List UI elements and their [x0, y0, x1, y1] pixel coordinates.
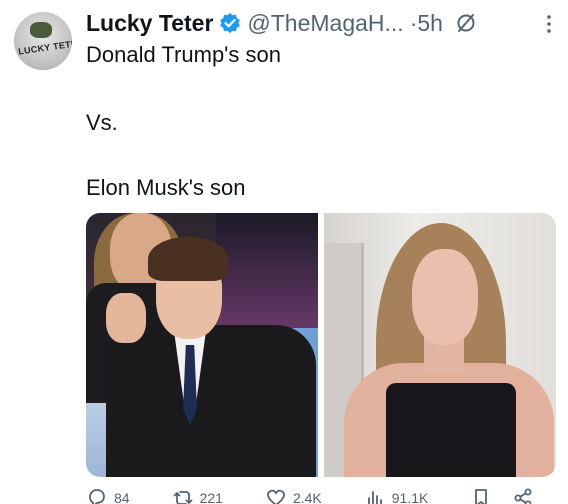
views-icon	[367, 491, 382, 504]
person-face	[412, 249, 478, 345]
retweet-button[interactable]: 221	[172, 487, 223, 504]
reply-button[interactable]: 84	[86, 487, 130, 504]
tweet-text-line-2: Vs.	[86, 110, 118, 135]
views-count: 91.1K	[391, 490, 429, 504]
tweet-header: Lucky Teter @TheMagaH... · 5h	[86, 8, 556, 38]
media-image-left[interactable]	[86, 213, 318, 477]
user-handle[interactable]: @TheMagaH...	[247, 10, 403, 37]
like-button[interactable]: 2.4K	[265, 487, 322, 504]
like-count: 2.4K	[292, 490, 322, 504]
tweet-text-line-3: Elon Musk's son	[86, 175, 246, 200]
verified-badge-icon	[219, 12, 241, 34]
more-icon[interactable]	[546, 14, 552, 34]
grok-icon[interactable]	[455, 12, 477, 34]
separator-dot: ·	[409, 9, 418, 36]
avatar[interactable]: LUCKY TETER	[14, 12, 72, 70]
timestamp[interactable]: 5h	[417, 10, 443, 37]
retweet-count: 221	[199, 490, 223, 504]
media-image-right[interactable]	[324, 213, 556, 477]
tweet-text-line-1: Donald Trump's son	[86, 42, 281, 67]
person-top	[386, 383, 516, 477]
bookmark-icon	[475, 489, 488, 504]
retweet-icon	[173, 491, 192, 504]
avatar-figure	[30, 22, 52, 38]
display-name[interactable]: Lucky Teter	[86, 10, 213, 37]
views-button[interactable]: 91.1K	[364, 487, 429, 504]
reply-count: 84	[114, 490, 130, 504]
reply-icon	[89, 489, 105, 504]
like-icon	[267, 489, 285, 504]
share-icon	[514, 488, 532, 504]
person-hair	[148, 237, 228, 281]
bookmark-button[interactable]	[470, 487, 492, 504]
background-stage	[216, 213, 318, 333]
tweet-media	[86, 213, 556, 477]
share-button[interactable]	[512, 487, 534, 504]
tweet-actions: 84 221 2.4K 91.1K	[86, 488, 556, 504]
person-coat	[106, 325, 316, 477]
person-hand	[106, 293, 146, 343]
